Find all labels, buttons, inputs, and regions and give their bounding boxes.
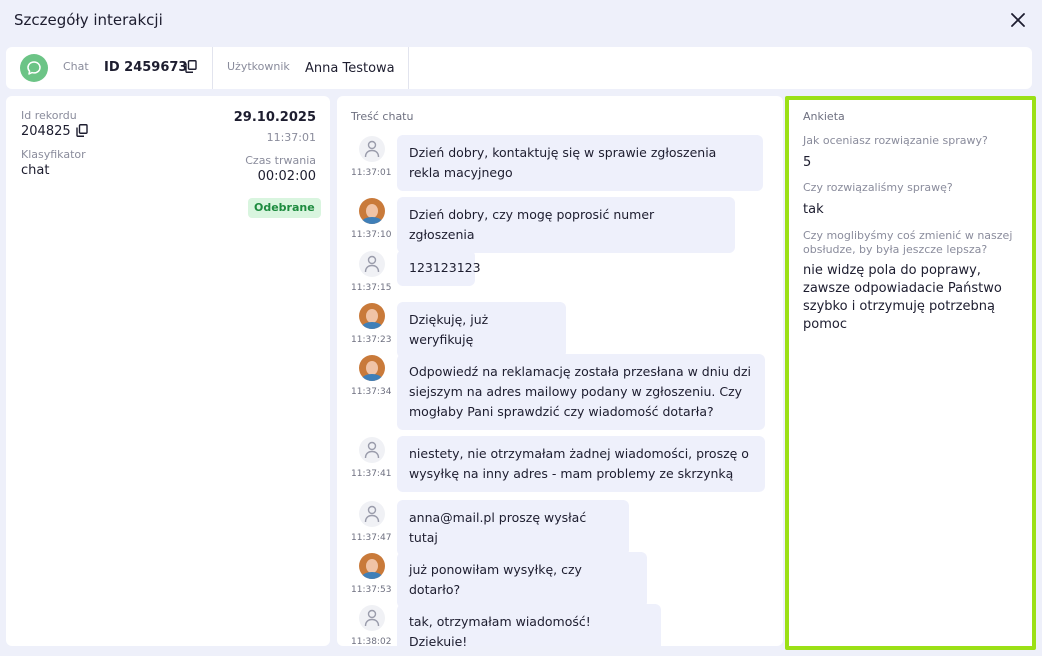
divider (212, 47, 213, 89)
message-bubble: Odpowiedź na reklamację została przesłan… (397, 354, 765, 430)
duration-label: Czas trwania (245, 154, 316, 167)
user-avatar (359, 605, 385, 631)
survey-answer: 5 (803, 155, 812, 170)
message-bubble: anna@mail.pl proszę wysłać tutaj (397, 500, 629, 556)
message-time: 11:37:01 (351, 168, 392, 178)
message-time: 11:38:02 (351, 637, 392, 646)
survey-answer: nie widzę pola do poprawy, zawsze odpowi… (803, 263, 1002, 332)
message-bubble: Dzień dobry, kontaktuję się w sprawie zg… (397, 135, 763, 191)
survey-question: Czy rozwiązaliśmy sprawę? (803, 181, 953, 194)
message-bubble: 123123123 (397, 250, 481, 286)
message-time: 11:37:47 (351, 533, 392, 543)
message-time: 11:37:15 (351, 283, 392, 293)
record-date: 29.10.2025 (233, 110, 316, 125)
classifier-label: Klasyfikator (21, 148, 86, 161)
survey-panel: Ankieta Jak oceniasz rozwiązanie sprawy?… (785, 96, 1036, 650)
chat-bubble-icon (27, 61, 41, 75)
agent-avatar (359, 355, 385, 381)
modal-title: Szczegóły interakcji (14, 11, 163, 29)
copy-id-icon[interactable] (185, 60, 197, 73)
survey-question: Czy moglibyśmy coś zmienić w naszej obsł… (803, 229, 1013, 256)
person-icon (364, 609, 380, 627)
survey-answer: tak (803, 202, 824, 217)
person-icon (364, 441, 380, 459)
message-bubble: Dziękuję, już weryfikuję (397, 302, 566, 358)
survey-title: Ankieta (803, 110, 845, 123)
survey-question: Jak oceniasz rozwiązanie sprawy? (803, 134, 988, 147)
user-avatar (359, 136, 385, 162)
interaction-details-modal: Szczegóły interakcji Chat ID 2459673 Uży… (0, 0, 1042, 656)
chat-channel-badge (20, 54, 48, 82)
chat-panel: Treść chatu 11:37:01 Dzień dobry, kontakt… (337, 96, 783, 646)
close-button[interactable] (1007, 9, 1029, 31)
message-bubble: już ponowiłam wysyłkę, czy dotarło? (397, 552, 647, 608)
classifier-value: chat (21, 163, 50, 178)
person-icon (364, 140, 380, 158)
interaction-id: ID 2459673 (104, 60, 188, 75)
message-bubble: niestety, nie otrzymałam żadnej wiadomoś… (397, 436, 765, 492)
user-name: Anna Testowa (305, 61, 395, 76)
user-avatar (359, 501, 385, 527)
message-time: 11:37:41 (351, 469, 392, 479)
person-icon (364, 505, 380, 523)
status-badge: Odebrane (248, 198, 321, 218)
chat-title: Treść chatu (351, 110, 414, 123)
record-id-label: Id rekordu (21, 109, 77, 122)
duration-value: 00:02:00 (257, 169, 316, 184)
agent-avatar (359, 303, 385, 329)
modal-header: Szczegóły interakcji (0, 0, 1042, 40)
message-bubble: Dzień dobry, czy mogę poprosić numer zgł… (397, 197, 735, 253)
person-icon (364, 255, 380, 273)
message-time: 11:37:53 (351, 585, 392, 595)
copy-record-id-icon[interactable] (76, 124, 88, 137)
message-time: 11:37:34 (351, 387, 392, 397)
user-avatar (359, 251, 385, 277)
record-id-value: 204825 (21, 124, 71, 139)
record-time: 11:37:01 (266, 131, 316, 144)
interaction-info-bar: Chat ID 2459673 Użytkownik Anna Testowa (6, 47, 1032, 89)
message-time: 11:37:23 (351, 335, 392, 345)
record-details-panel: Id rekordu 204825 Klasyfikator chat 29.1… (6, 96, 330, 646)
agent-avatar (359, 553, 385, 579)
message-bubble: tak, otrzymałam wiadomość! Dziękuję! (397, 604, 661, 646)
divider (408, 47, 409, 89)
user-label: Użytkownik (227, 60, 290, 73)
agent-avatar (359, 198, 385, 224)
close-icon (1011, 13, 1025, 27)
channel-label: Chat (63, 60, 89, 73)
user-avatar (359, 437, 385, 463)
message-time: 11:37:10 (351, 230, 392, 240)
